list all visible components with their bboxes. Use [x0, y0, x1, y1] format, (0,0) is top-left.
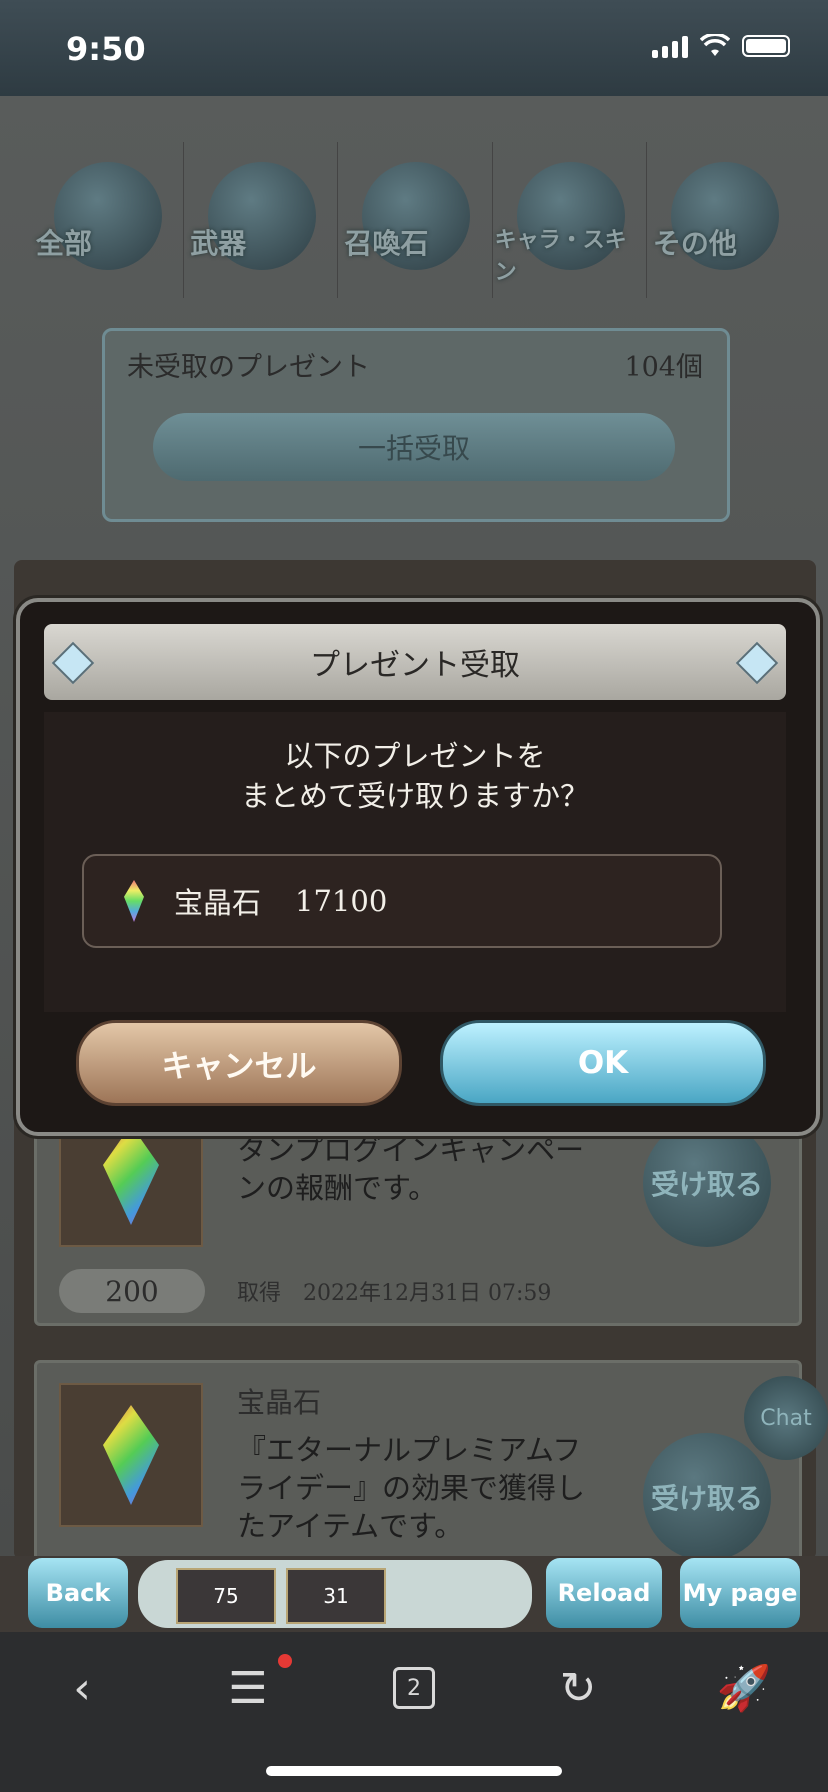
wifi-icon — [700, 34, 730, 56]
bulk-receive-button[interactable]: 一括受取 — [153, 413, 675, 481]
card-description: 『エターナルプレミアムフライデー』の効果で獲得したアイテムです。 — [237, 1433, 586, 1543]
ok-button[interactable]: OK — [440, 1020, 766, 1106]
dialog-item-name: 宝晶石 — [174, 886, 262, 920]
tab-summon[interactable]: 召喚石 — [338, 142, 493, 298]
home-indicator — [266, 1766, 562, 1776]
dialog-item-amount: 17100 — [295, 884, 388, 918]
dialog-body: 以下のプレゼントを まとめて受け取りますか？ 宝晶石 17100 — [44, 712, 786, 1012]
tab-all[interactable]: 全部 — [30, 142, 185, 298]
notification-dot — [278, 1654, 292, 1668]
card-obtained-date: 取得 2022年12月31日 07:59 — [237, 1281, 552, 1306]
dialog-header: プレゼント受取 — [44, 624, 786, 700]
tab-other[interactable]: その他 — [647, 142, 800, 298]
card-item-name: 宝晶石 — [237, 1386, 322, 1419]
tabs-button[interactable]: 2 — [384, 1658, 444, 1718]
status-bar: 9:50 — [0, 0, 828, 96]
quick-item[interactable]: 31 — [286, 1568, 386, 1624]
quick-panel: 75 31 — [138, 1560, 532, 1628]
tab-character-skin[interactable]: キャラ・スキン — [493, 142, 647, 298]
browser-toolbar: ‹ ☰ 2 ↻ 🚀 — [0, 1632, 828, 1792]
quick-item[interactable]: 75 — [176, 1568, 276, 1624]
chat-button[interactable]: Chat — [744, 1376, 828, 1460]
receive-confirm-dialog: プレゼント受取 以下のプレゼントを まとめて受け取りますか？ 宝晶石 17100… — [16, 598, 820, 1136]
dialog-message-line: 以下のプレゼントを — [284, 739, 546, 773]
crystal-icon — [103, 1405, 159, 1505]
unclaimed-title: 未受取のプレゼント — [127, 352, 370, 383]
unclaimed-count: 104個 — [624, 352, 703, 383]
mypage-button[interactable]: My page — [680, 1558, 800, 1628]
status-icons — [652, 34, 790, 58]
back-button[interactable]: Back — [28, 1558, 128, 1628]
unclaimed-panel: 未受取のプレゼント 104個 一括受取 — [102, 328, 730, 522]
dialog-message-line: まとめて受け取りますか？ — [240, 779, 589, 813]
present-card: 宝晶石 『エターナルプレミアムフライデー』の効果で獲得したアイテムです。 受け取… — [34, 1360, 802, 1586]
tabs-icon: 2 — [393, 1667, 435, 1709]
diamond-ornament-icon — [735, 641, 779, 685]
receive-button[interactable]: 受け取る — [643, 1119, 771, 1247]
battery-icon — [742, 35, 790, 57]
dialog-message: 以下のプレゼントを まとめて受け取りますか？ — [44, 736, 786, 816]
crystal-icon — [103, 1125, 159, 1225]
reload-button[interactable]: Reload — [546, 1558, 662, 1628]
cancel-button[interactable]: キャンセル — [76, 1020, 402, 1106]
crystal-icon — [124, 880, 144, 922]
item-thumbnail — [59, 1383, 203, 1527]
diamond-ornament-icon — [51, 641, 95, 685]
card-quantity: 200 — [59, 1269, 205, 1313]
receive-button[interactable]: 受け取る — [643, 1433, 771, 1561]
tab-label: 全部 — [36, 227, 93, 260]
category-tabs: 全部 武器 召喚石 キャラ・スキン その他 — [30, 142, 800, 298]
tab-label: 武器 — [190, 227, 247, 260]
cellular-signal-icon — [652, 34, 688, 58]
rocket-icon[interactable]: 🚀 — [714, 1658, 774, 1718]
tab-label: キャラ・スキン — [494, 228, 627, 285]
tabs-count: 2 — [407, 1675, 421, 1701]
tab-label: 召喚石 — [344, 227, 429, 260]
back-chevron-icon[interactable]: ‹ — [52, 1658, 112, 1718]
tab-weapon[interactable]: 武器 — [184, 142, 339, 298]
menu-icon[interactable]: ☰ — [218, 1658, 278, 1718]
reload-icon[interactable]: ↻ — [548, 1658, 608, 1718]
dialog-item-row: 宝晶石 17100 — [82, 854, 722, 948]
status-time: 9:50 — [66, 30, 146, 68]
dialog-title: プレゼント受取 — [310, 648, 520, 683]
tab-label: その他 — [652, 227, 737, 260]
game-nav-bar: Back 75 31 Reload My page — [0, 1556, 828, 1632]
